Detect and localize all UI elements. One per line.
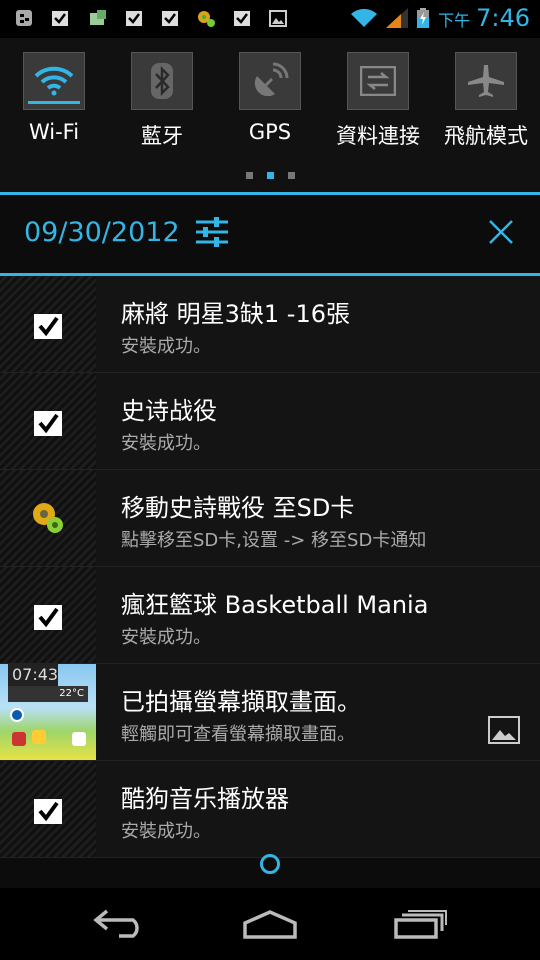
clock-ampm: 下午	[438, 11, 471, 30]
notification-title: 酷狗音乐播放器	[121, 785, 289, 813]
notification-icon	[0, 276, 96, 372]
page-dot-active	[266, 172, 274, 179]
tile-bluetooth-button[interactable]	[131, 52, 193, 110]
thumbnail-app-icon	[10, 708, 24, 722]
notification-item[interactable]: 瘋狂籃球 Basketball Mania 安裝成功。	[0, 567, 540, 664]
tile-airplane-mode[interactable]: 飛航模式	[432, 52, 540, 150]
notification-title: 麻將 明星3缺1 -16張	[121, 300, 350, 328]
thumbnail-clock: 07:43	[8, 664, 58, 688]
file-manager-icon	[90, 10, 106, 25]
notification-title: 已拍攝螢幕擷取畫面。	[121, 688, 361, 716]
notification-title: 移動史詩戰役 至SD卡	[121, 494, 355, 522]
thumbnail-weather: 22°C	[8, 686, 88, 702]
status-bar: 下午 7:46	[0, 0, 540, 38]
battery-charging-icon	[417, 8, 429, 28]
home-icon	[243, 910, 297, 939]
image-icon	[488, 716, 520, 744]
checkbox-icon	[126, 11, 142, 26]
checkbox-icon	[162, 11, 178, 26]
date-label: 09/30/2012	[24, 217, 180, 248]
notification-icon	[0, 567, 96, 663]
gear-icon	[33, 503, 63, 533]
tile-label: Wi-Fi	[28, 120, 80, 144]
tile-gps[interactable]: GPS	[216, 52, 324, 144]
screenshot-thumbnail: 07:43 22°C	[0, 664, 96, 760]
notification-item[interactable]: 酷狗音乐播放器 安裝成功。	[0, 761, 540, 858]
notification-item[interactable]: 史诗战役 安裝成功。	[0, 373, 540, 470]
page-dot	[287, 172, 295, 179]
notification-subtitle: 安裝成功。	[121, 821, 211, 842]
checkbox-icon	[234, 11, 250, 26]
bluetooth-icon	[151, 63, 173, 99]
back-icon	[93, 909, 139, 938]
tile-label: 資料連接	[336, 124, 420, 148]
wifi-icon	[351, 8, 377, 27]
tile-airplane-mode-button[interactable]	[455, 52, 517, 110]
notification-subtitle: 輕觸即可查看螢幕擷取畫面。	[121, 724, 355, 745]
checkbox-icon	[34, 605, 62, 630]
checkbox-icon	[34, 411, 62, 436]
notification-icon	[0, 470, 96, 566]
airplane-icon	[468, 65, 504, 97]
notification-subtitle: 安裝成功。	[121, 336, 211, 357]
tile-label: 飛航模式	[444, 124, 528, 148]
notification-subtitle: 安裝成功。	[121, 627, 211, 648]
thumbnail-app-icon	[72, 732, 86, 746]
tile-data-connection[interactable]: 資料連接	[324, 52, 432, 150]
notification-title: 史诗战役	[121, 397, 217, 425]
data-connection-icon	[360, 66, 396, 96]
navigation-bar	[0, 888, 540, 960]
tile-label: 藍牙	[141, 124, 183, 148]
image-icon	[269, 10, 287, 27]
checkbox-icon	[52, 11, 68, 26]
tile-gps-button[interactable]	[239, 52, 301, 110]
wifi-icon	[34, 66, 74, 96]
notification-item[interactable]: 07:43 22°C 已拍攝螢幕擷取畫面。 輕觸即可查看螢幕擷取畫面。	[0, 664, 540, 761]
tile-wifi[interactable]: Wi-Fi	[0, 52, 108, 144]
notification-list: 麻將 明星3缺1 -16張 安裝成功。 史诗战役 安裝成功。 移動史詩戰役 至S…	[0, 276, 540, 858]
tile-label: GPS	[248, 120, 292, 144]
notification-title: 瘋狂籃球 Basketball Mania	[121, 591, 429, 619]
tile-data-connection-button[interactable]	[347, 52, 409, 110]
clear-all-icon[interactable]	[488, 219, 514, 245]
page-indicator	[0, 172, 540, 179]
clock: 下午 7:46	[438, 4, 530, 32]
checkbox-icon	[34, 314, 62, 339]
tile-bluetooth[interactable]: 藍牙	[108, 52, 216, 150]
back-button[interactable]	[80, 902, 160, 946]
notification-header: 09/30/2012	[0, 195, 540, 273]
drag-handle[interactable]	[260, 854, 280, 874]
notification-subtitle: 點擊移至SD卡,设置 -> 移至SD卡通知	[121, 530, 427, 551]
quick-settings-panel: Wi-Fi 藍牙 GPS 資料連接 飛航模式	[0, 38, 540, 192]
thumbnail-app-icon	[32, 730, 46, 744]
page-dot	[245, 172, 253, 179]
gps-icon	[254, 62, 289, 97]
notification-icon	[0, 761, 96, 857]
thumbnail-app-icon	[12, 732, 26, 746]
recent-apps-icon	[394, 910, 447, 939]
quick-settings-icon[interactable]	[196, 217, 228, 247]
clock-time: 7:46	[476, 4, 530, 32]
gear-icon	[198, 11, 215, 27]
notification-item[interactable]: 移動史詩戰役 至SD卡 點擊移至SD卡,设置 -> 移至SD卡通知	[0, 470, 540, 567]
home-button[interactable]	[230, 902, 310, 946]
notification-item[interactable]: 麻將 明星3缺1 -16張 安裝成功。	[0, 276, 540, 373]
signal-icon	[386, 8, 408, 28]
notification-icon	[0, 373, 96, 469]
bbm-icon	[16, 10, 32, 26]
tile-wifi-button[interactable]	[23, 52, 85, 110]
checkbox-icon	[34, 799, 62, 824]
notification-subtitle: 安裝成功。	[121, 433, 211, 454]
recent-apps-button[interactable]	[380, 902, 460, 946]
